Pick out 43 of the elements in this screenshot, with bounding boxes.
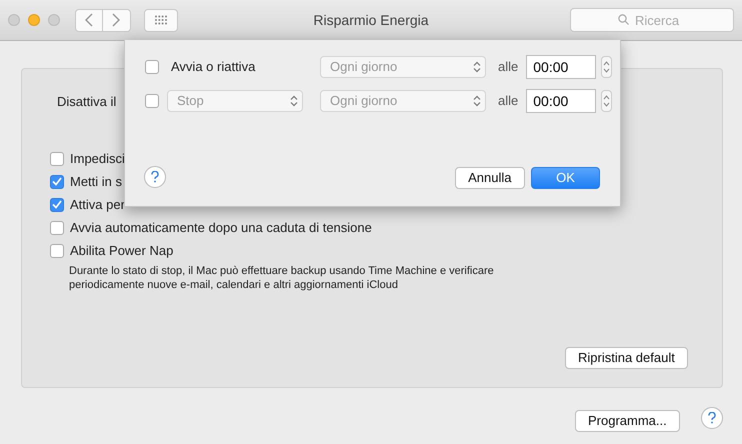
- help-icon[interactable]: [144, 166, 166, 188]
- window-title: Risparmio Energia: [313, 12, 429, 28]
- search-icon: [618, 14, 629, 25]
- checkbox[interactable]: [50, 220, 64, 234]
- forward-icon: [112, 13, 120, 27]
- grid-button[interactable]: [144, 8, 178, 32]
- description-text: Durante lo stato di stop, il Mac può effettuare backup usando Time Machine e verificare periodicamente nuove e-mail, calendari e altri aggiornamenti iCloud: [69, 264, 495, 292]
- at-label: alle: [498, 58, 518, 76]
- stepper-arrows-icon: [603, 94, 610, 108]
- time-stepper[interactable]: [601, 90, 612, 112]
- cancel-button[interactable]: Annulla: [455, 167, 524, 189]
- stepper-arrows-icon: [473, 95, 481, 107]
- checkbox[interactable]: [50, 152, 64, 166]
- time-field[interactable]: 00:00: [526, 89, 596, 113]
- event-label: Avvia o riattiva: [171, 58, 256, 76]
- option-label: Impedisci: [70, 150, 125, 168]
- checkbox[interactable]: [50, 174, 64, 188]
- minimize-icon[interactable]: [28, 14, 40, 26]
- option-label: Avvia automaticamente dopo una caduta di tensione: [70, 218, 372, 237]
- back-icon: [84, 13, 92, 27]
- search-field[interactable]: Ricerca: [570, 8, 734, 32]
- checkbox[interactable]: [50, 198, 64, 212]
- forward-button[interactable]: [102, 8, 130, 32]
- help-icon[interactable]: [701, 407, 723, 429]
- option-label: Attiva per: [70, 196, 125, 214]
- section-label: Disattiva il: [57, 93, 116, 111]
- option-label: Abilita Power Nap: [70, 242, 174, 260]
- checkbox[interactable]: [145, 94, 159, 108]
- zoom-icon[interactable]: [48, 14, 60, 26]
- stepper-arrows-icon: [473, 61, 481, 73]
- option-label: Metti in s: [70, 172, 122, 191]
- checkbox[interactable]: [145, 60, 159, 74]
- reset-button[interactable]: Ripristina default: [565, 347, 688, 369]
- at-label: alle: [498, 92, 518, 110]
- back-button[interactable]: [74, 8, 102, 32]
- close-icon[interactable]: [8, 14, 20, 26]
- time-stepper[interactable]: [601, 56, 612, 78]
- time-field[interactable]: 00:00: [526, 55, 596, 79]
- schedule-button[interactable]: Programma...: [575, 410, 680, 432]
- grid-icon: [154, 15, 168, 25]
- stepper-arrows-icon: [603, 60, 610, 74]
- stepper-arrows-icon: [290, 95, 298, 107]
- checkbox[interactable]: [50, 244, 64, 258]
